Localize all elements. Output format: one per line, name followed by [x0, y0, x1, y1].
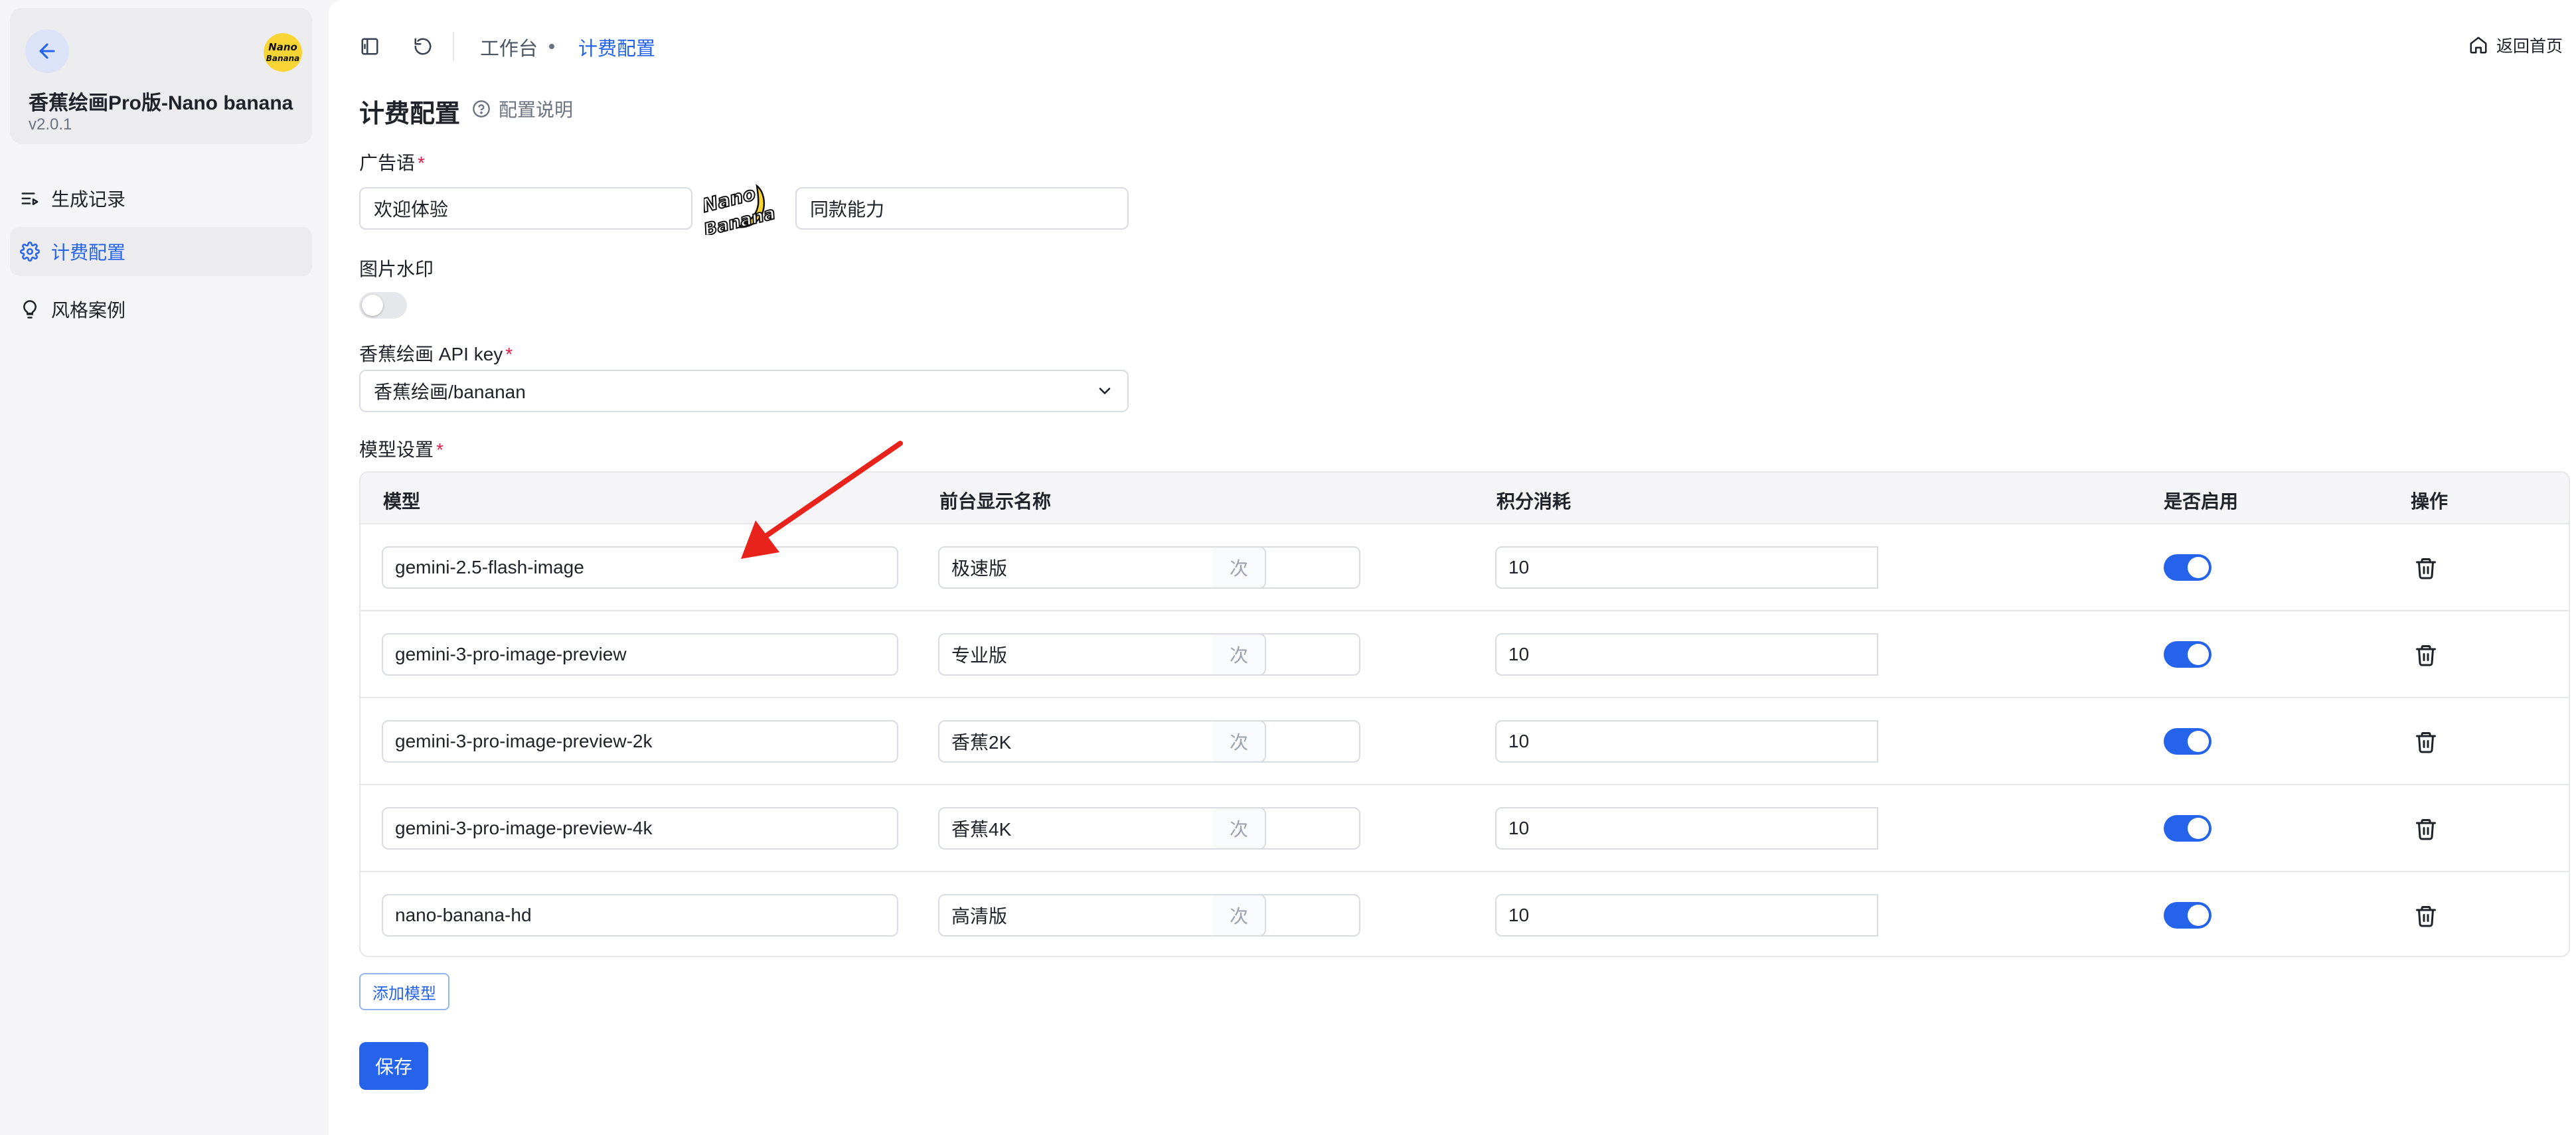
model-id-input[interactable]: gemini-3-pro-image-preview [382, 633, 898, 676]
trash-icon[interactable] [2414, 556, 2438, 581]
api-key-select[interactable]: 香蕉绘画/bananan [359, 370, 1129, 412]
enabled-toggle[interactable] [2164, 728, 2212, 755]
watermark-toggle[interactable] [359, 292, 407, 319]
sidebar-toggle-button[interactable] [357, 33, 383, 60]
api-key-label-text: 香蕉绘画 API key [359, 344, 503, 364]
app-card: Nano Banana 香蕉绘画Pro版-Nano banana v2.0.1 [10, 8, 312, 144]
help-link[interactable]: 配置说明 [472, 96, 573, 122]
model-id-input[interactable]: gemini-3-pro-image-preview-2k [382, 720, 898, 763]
table-row: gemini-2.5-flash-image 极速版 10 次 [361, 524, 2569, 611]
enabled-toggle[interactable] [2164, 554, 2212, 581]
enabled-toggle[interactable] [2164, 902, 2212, 929]
topbar: 工作台 计费配置 返回首页 [329, 0, 2576, 93]
watermark-label: 图片水印 [359, 259, 434, 279]
home-label: 返回首页 [2496, 37, 2563, 56]
arrow-left-icon [39, 43, 55, 59]
gear-icon [19, 241, 40, 262]
required-mark: * [418, 153, 425, 173]
chevron-down-icon [1099, 388, 1111, 394]
sidebar-item-records[interactable]: 生成记录 [10, 174, 312, 223]
svg-text:Nano: Nano [268, 41, 297, 53]
slogan-label-text: 广告语 [359, 153, 416, 173]
help-label: 配置说明 [499, 100, 574, 120]
api-key-value: 香蕉绘画/bananan [374, 382, 526, 402]
table-row: gemini-3-pro-image-preview 专业版 10 次 [361, 611, 2569, 698]
table-row: nano-banana-hd 高清版 10 次 [361, 872, 2569, 956]
cost-input[interactable]: 10 [1495, 546, 1878, 589]
home-icon [2468, 34, 2491, 56]
column-header-display-name: 前台显示名称 [939, 491, 1052, 512]
cost-unit: 次 [1213, 546, 1266, 589]
app-version: v2.0.1 [29, 115, 72, 133]
slogan-left-input[interactable]: 欢迎体验 [359, 187, 692, 230]
main-panel: 工作台 计费配置 返回首页 计费配置 配置说明 广告语 * 欢迎体验 Nano B… [329, 0, 2576, 1135]
list-play-icon [19, 188, 40, 209]
cost-unit: 次 [1213, 894, 1266, 937]
display-name-input[interactable]: 极速版 [938, 546, 1360, 589]
page-title: 计费配置 [359, 100, 461, 128]
column-header-actions: 操作 [2411, 491, 2449, 512]
slogan-label: 广告语 * [359, 149, 425, 175]
trash-icon[interactable] [2414, 903, 2438, 929]
svg-text:Banana: Banana [266, 54, 300, 63]
column-header-cost: 积分消耗 [1496, 491, 1571, 512]
table-row: gemini-3-pro-image-preview-4k 香蕉4K 10 次 [361, 785, 2569, 872]
breadcrumb-workbench[interactable]: 工作台 [480, 33, 538, 61]
cost-unit: 次 [1213, 807, 1266, 850]
table-header: 模型 前台显示名称 积分消耗 是否启用 操作 [361, 473, 2569, 524]
cost-unit: 次 [1213, 633, 1266, 676]
display-name-input[interactable]: 专业版 [938, 633, 1360, 676]
add-model-button[interactable]: 添加模型 [359, 973, 449, 1010]
api-key-label: 香蕉绘画 API key * [359, 340, 513, 366]
trash-icon[interactable] [2414, 729, 2438, 755]
cost-input[interactable]: 10 [1495, 807, 1878, 850]
sidebar-item-label: 计费配置 [51, 242, 126, 263]
panel-left-icon [361, 38, 378, 55]
sidebar-item-label: 风格案例 [51, 300, 126, 321]
breadcrumb-separator [549, 44, 554, 49]
column-header-enabled: 是否启用 [2164, 491, 2239, 512]
sidebar-item-styles[interactable]: 风格案例 [10, 285, 312, 334]
enabled-toggle[interactable] [2164, 641, 2212, 668]
cost-input[interactable]: 10 [1495, 633, 1878, 676]
refresh-icon [414, 38, 432, 55]
sidebar: Nano Banana 香蕉绘画Pro版-Nano banana v2.0.1 … [0, 0, 325, 1135]
model-id-input[interactable]: gemini-3-pro-image-preview-4k [382, 807, 898, 850]
table-row: gemini-3-pro-image-preview-2k 香蕉2K 10 次 [361, 698, 2569, 785]
home-link[interactable]: 返回首页 [2468, 33, 2563, 57]
trash-icon[interactable] [2414, 816, 2438, 842]
divider [453, 32, 454, 61]
nano-banana-logo: Nano Banana [704, 182, 778, 235]
models-label: 模型设置 * [359, 435, 443, 462]
cost-input[interactable]: 10 [1495, 894, 1878, 937]
enabled-toggle[interactable] [2164, 815, 2212, 842]
model-id-input[interactable]: nano-banana-hd [382, 894, 898, 937]
back-button[interactable] [25, 29, 69, 73]
models-table: 模型 前台显示名称 积分消耗 是否启用 操作 gemini-2.5-flash-… [359, 471, 2570, 957]
required-mark: * [436, 439, 443, 460]
display-name-input[interactable]: 香蕉4K [938, 807, 1360, 850]
display-name-input[interactable]: 高清版 [938, 894, 1360, 937]
app-title: 香蕉绘画Pro版-Nano banana [29, 92, 293, 114]
lightbulb-icon [19, 299, 40, 320]
cost-unit: 次 [1213, 720, 1266, 763]
slogan-right-input[interactable]: 同款能力 [795, 187, 1129, 230]
sidebar-item-billing[interactable]: 计费配置 [10, 227, 312, 276]
models-label-text: 模型设置 [359, 439, 434, 460]
cost-input[interactable]: 10 [1495, 720, 1878, 763]
save-button[interactable]: 保存 [359, 1042, 428, 1090]
column-header-model: 模型 [383, 491, 421, 512]
help-circle-icon [472, 98, 493, 119]
model-id-input[interactable]: gemini-2.5-flash-image [382, 546, 898, 589]
breadcrumb-current: 计费配置 [578, 38, 656, 60]
refresh-button[interactable] [410, 33, 436, 60]
required-mark: * [505, 344, 513, 364]
trash-icon[interactable] [2414, 643, 2438, 668]
nano-banana-logo: Nano Banana [264, 33, 302, 72]
display-name-input[interactable]: 香蕉2K [938, 720, 1360, 763]
sidebar-item-label: 生成记录 [51, 189, 126, 210]
